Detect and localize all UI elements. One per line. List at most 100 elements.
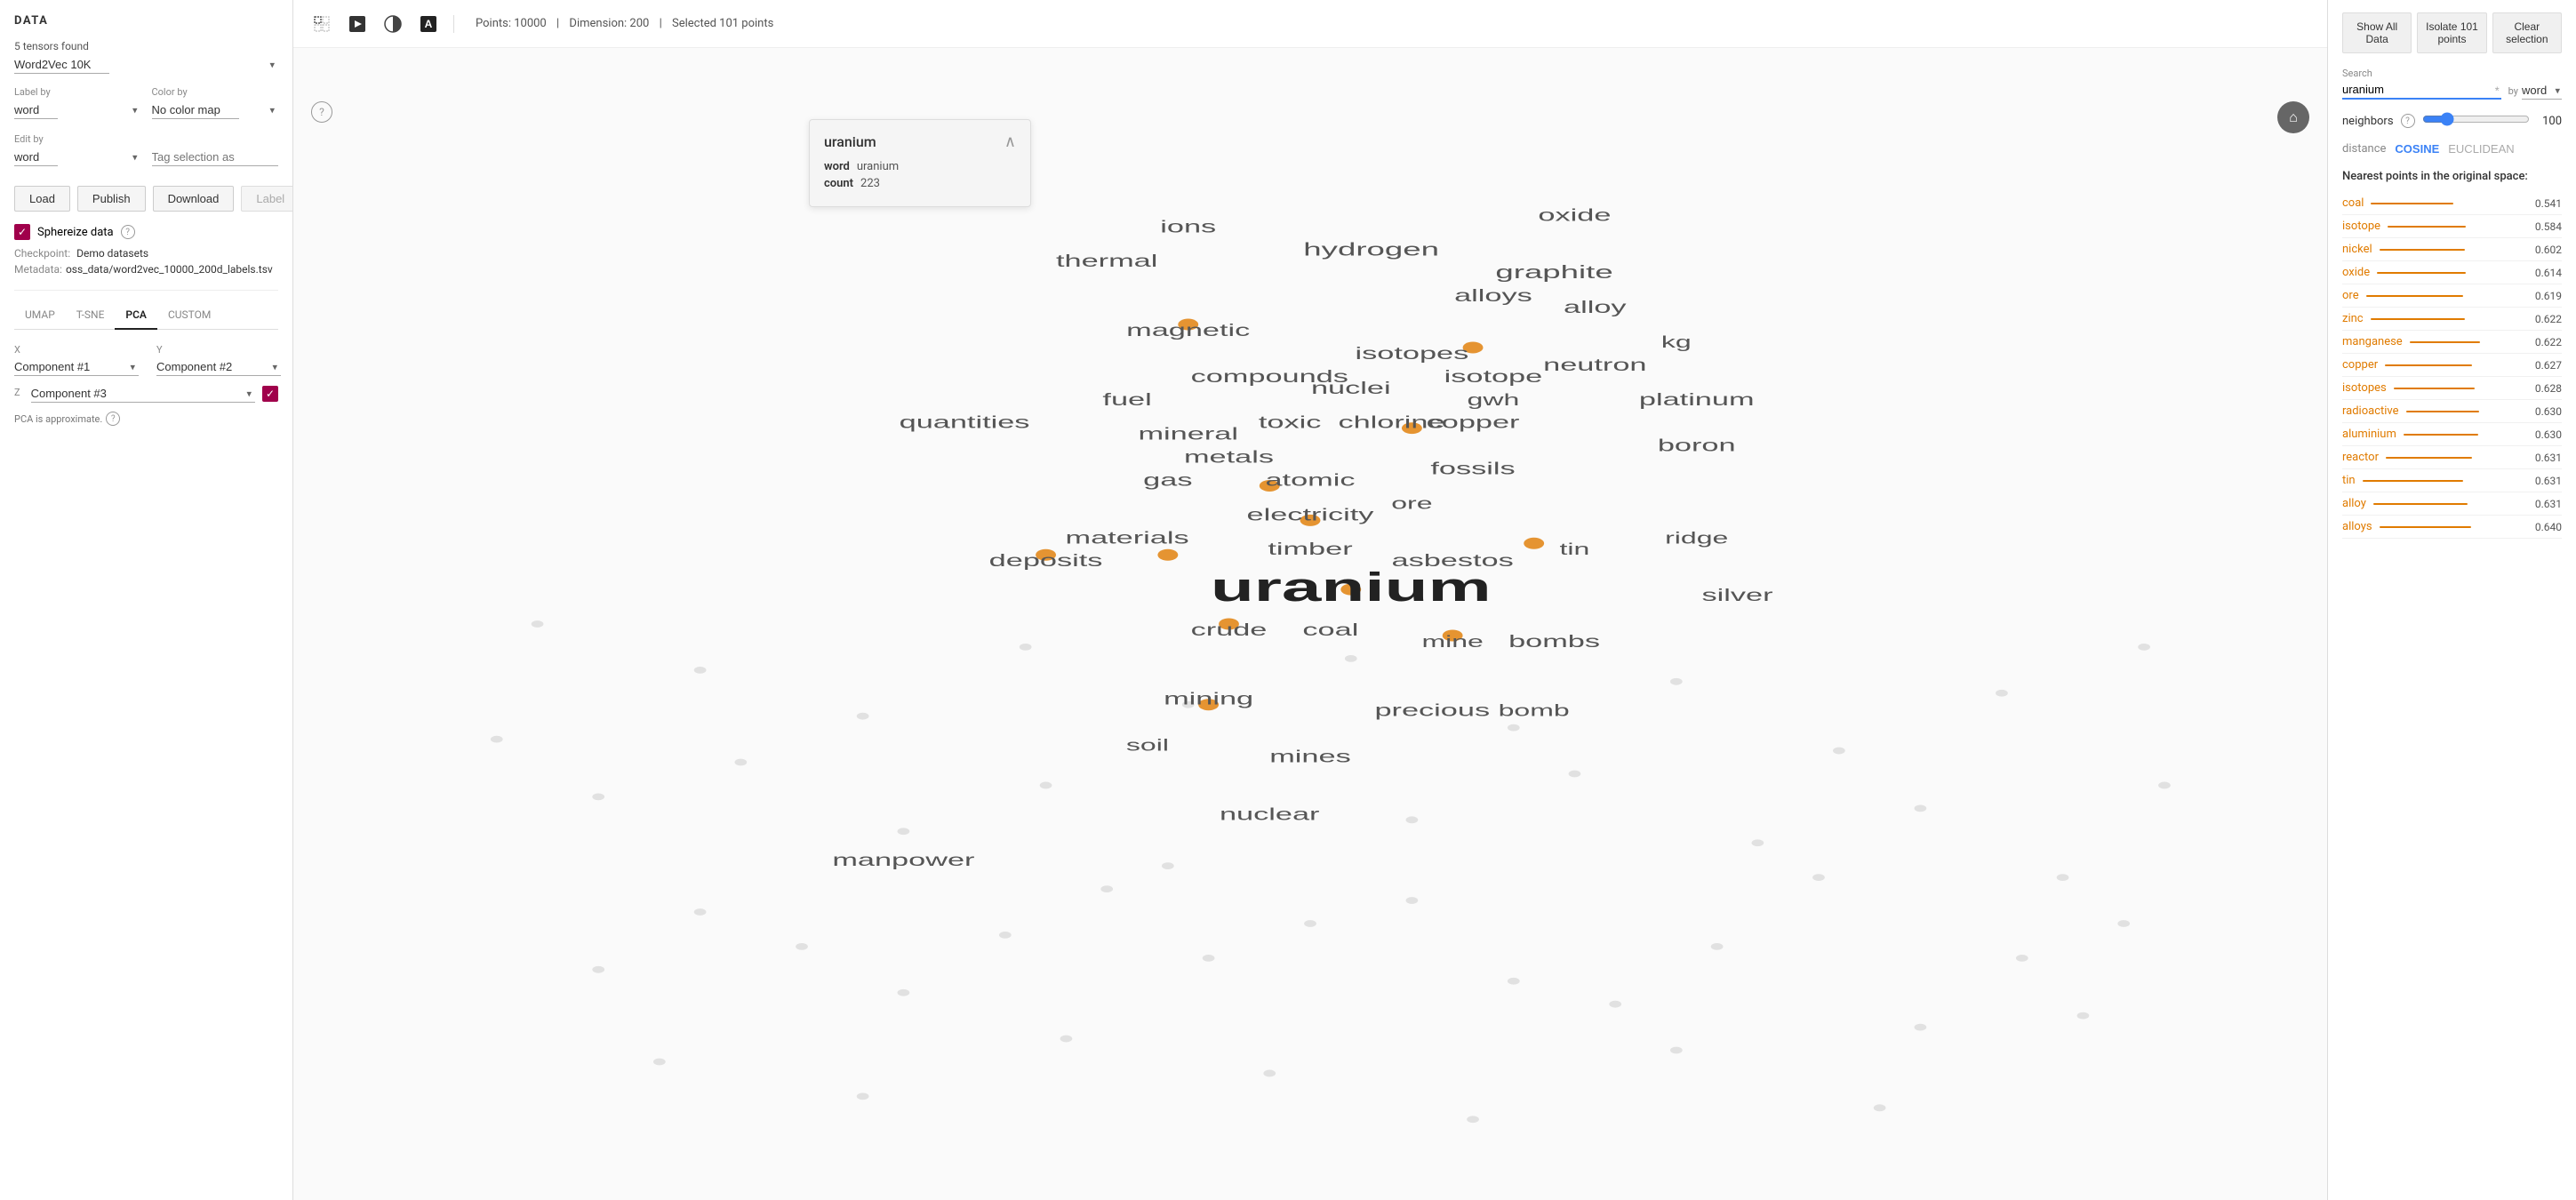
tab-custom[interactable]: CUSTOM xyxy=(157,301,221,330)
nearest-name[interactable]: radioactive xyxy=(2342,404,2399,418)
nearest-bar xyxy=(2371,318,2465,320)
label-by-label: Label by xyxy=(14,86,141,98)
popup-close-icon[interactable]: ∧ xyxy=(1004,132,1016,151)
nearest-bar-wrapper xyxy=(2388,226,2523,228)
night-mode-icon[interactable] xyxy=(343,10,372,38)
svg-text:nuclei: nuclei xyxy=(1311,378,1391,397)
svg-text:isotopes: isotopes xyxy=(1356,343,1469,363)
nearest-name[interactable]: isotope xyxy=(2342,220,2380,233)
nearest-name[interactable]: nickel xyxy=(2342,243,2372,256)
nearest-bar-wrapper xyxy=(2404,434,2523,436)
cosine-button[interactable]: COSINE xyxy=(2395,142,2439,156)
svg-text:mine: mine xyxy=(1421,632,1483,651)
svg-text:asbestos: asbestos xyxy=(1392,551,1514,571)
label-by-dropdown[interactable]: word xyxy=(14,101,58,119)
nearest-name[interactable]: coal xyxy=(2342,196,2364,210)
nearest-name[interactable]: zinc xyxy=(2342,312,2364,325)
neighbors-slider[interactable] xyxy=(2422,112,2530,126)
tag-input[interactable] xyxy=(152,148,279,166)
nearest-value: 0.622 xyxy=(2530,313,2562,325)
nearest-name[interactable]: ore xyxy=(2342,289,2359,302)
clear-selection-button[interactable]: Clear selection xyxy=(2492,12,2562,53)
approx-text: PCA is approximate. xyxy=(14,413,102,425)
selected-info: Selected 101 points xyxy=(672,17,773,30)
home-button[interactable]: ⌂ xyxy=(2277,101,2309,133)
svg-text:metals: metals xyxy=(1184,447,1274,467)
publish-button[interactable]: Publish xyxy=(77,186,146,212)
contrast-icon[interactable] xyxy=(379,10,407,38)
sphereize-checkbox[interactable] xyxy=(14,224,30,240)
nearest-value: 0.640 xyxy=(2530,521,2562,533)
neighbors-value: 100 xyxy=(2537,115,2562,128)
nearest-name[interactable]: oxide xyxy=(2342,266,2370,279)
nearest-item: oxide 0.614 xyxy=(2342,261,2562,284)
distance-row: distance COSINE EUCLIDEAN xyxy=(2342,142,2562,156)
by-label: by xyxy=(2508,85,2518,97)
label-button[interactable]: Label xyxy=(241,186,293,212)
svg-text:mining: mining xyxy=(1164,689,1253,708)
scatter-plot[interactable]: uranium graphite hydrogen ions oxide the… xyxy=(293,48,2327,1200)
canvas-help-icon[interactable]: ? xyxy=(311,101,332,123)
nearest-name[interactable]: alloys xyxy=(2342,520,2372,533)
svg-text:timber: timber xyxy=(1268,540,1352,559)
svg-text:uranium: uranium xyxy=(1211,564,1492,610)
neighbors-help-icon[interactable]: ? xyxy=(2401,114,2415,128)
distance-label: distance xyxy=(2342,142,2386,156)
selection-box-icon[interactable] xyxy=(308,10,336,38)
load-button[interactable]: Load xyxy=(14,186,70,212)
nearest-name[interactable]: aluminium xyxy=(2342,428,2396,441)
nearest-name[interactable]: alloy xyxy=(2342,497,2366,510)
nearest-value: 0.541 xyxy=(2530,197,2562,210)
svg-text:alloys: alloys xyxy=(1454,286,1532,306)
tab-umap[interactable]: UMAP xyxy=(14,301,66,330)
x-axis-dropdown[interactable]: Component #1 xyxy=(14,358,139,376)
approx-help-icon[interactable]: ? xyxy=(106,412,120,426)
metadata-value: oss_data/word2vec_10000_200d_labels.tsv xyxy=(66,263,273,276)
show-all-button[interactable]: Show All Data xyxy=(2342,12,2412,53)
nearest-name[interactable]: tin xyxy=(2342,474,2356,487)
nearest-name[interactable]: copper xyxy=(2342,358,2378,372)
nearest-value: 0.619 xyxy=(2530,290,2562,302)
svg-text:isotope: isotope xyxy=(1444,366,1543,386)
euclidean-button[interactable]: EUCLIDEAN xyxy=(2448,142,2514,156)
by-dropdown[interactable]: word xyxy=(2522,82,2562,100)
canvas-area[interactable]: uranium graphite hydrogen ions oxide the… xyxy=(293,48,2327,1200)
nearest-bar xyxy=(2380,249,2466,251)
y-axis-dropdown[interactable]: Component #2 xyxy=(156,358,281,376)
nearest-name[interactable]: manganese xyxy=(2342,335,2403,348)
nearest-value: 0.630 xyxy=(2530,405,2562,418)
info-popup: uranium ∧ word uranium count 223 xyxy=(809,119,1031,207)
svg-text:toxic: toxic xyxy=(1259,412,1322,432)
color-by-label: Color by xyxy=(152,86,279,98)
label-icon[interactable]: A xyxy=(414,10,443,38)
nearest-name[interactable]: isotopes xyxy=(2342,381,2387,395)
isolate-button[interactable]: Isolate 101 points xyxy=(2417,12,2486,53)
nearest-value: 0.627 xyxy=(2530,359,2562,372)
tab-pca[interactable]: PCA xyxy=(115,301,157,330)
svg-text:silver: silver xyxy=(1701,586,1772,605)
nearest-bar xyxy=(2377,272,2466,274)
z-axis-checkbox[interactable] xyxy=(262,386,278,402)
sphereize-help-icon[interactable]: ? xyxy=(121,225,135,239)
svg-text:crude: crude xyxy=(1191,620,1268,640)
pca-tab-row: UMAP T-SNE PCA CUSTOM xyxy=(14,301,278,330)
nearest-bar-wrapper xyxy=(2410,341,2523,343)
left-panel: DATA 5 tensors found Word2Vec 10K Label … xyxy=(0,0,293,1200)
download-button[interactable]: Download xyxy=(153,186,235,212)
nearest-item: alloy 0.631 xyxy=(2342,492,2562,516)
dataset-dropdown[interactable]: Word2Vec 10K xyxy=(14,56,109,74)
nearest-bar xyxy=(2388,226,2466,228)
search-input[interactable] xyxy=(2342,81,2501,100)
color-by-dropdown[interactable]: No color map xyxy=(152,101,239,119)
popup-count-key: count xyxy=(824,177,853,190)
nearest-title: Nearest points in the original space: xyxy=(2342,170,2562,183)
svg-text:thermal: thermal xyxy=(1056,252,1157,271)
nearest-bar xyxy=(2386,457,2472,459)
z-axis-dropdown[interactable]: Component #3 xyxy=(31,385,255,403)
tab-tsne[interactable]: T-SNE xyxy=(66,301,116,330)
svg-text:ore: ore xyxy=(1391,494,1432,513)
nearest-name[interactable]: reactor xyxy=(2342,451,2379,464)
nearest-bar-wrapper xyxy=(2366,295,2523,297)
edit-by-dropdown[interactable]: word xyxy=(14,148,58,166)
neighbors-row: neighbors ? 100 xyxy=(2342,112,2562,130)
